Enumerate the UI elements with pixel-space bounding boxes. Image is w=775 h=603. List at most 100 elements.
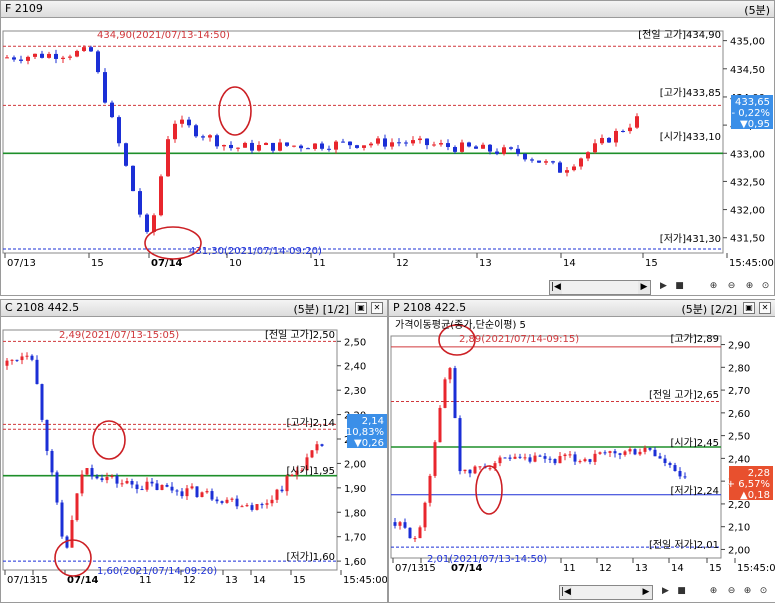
candle-body [95,476,99,479]
candle-body [558,456,562,464]
candle-body [175,490,179,492]
candle-body [5,360,9,366]
candle-body [443,379,447,408]
candle-body [418,138,422,141]
y-tick-label: 2,80 [728,363,750,374]
right-titlebar: P 2108 422.5 (5분) [2/2] ▣ ✕ [389,300,775,317]
right-zoom-reset-icon[interactable]: ⊙ [757,585,770,598]
candle-body [25,355,29,357]
right-scroll-left-button[interactable]: |◀ [560,586,572,599]
candle-body [285,476,289,492]
stop-icon[interactable]: ■ [673,280,686,293]
candle-body [155,483,159,490]
candle-body [194,125,198,137]
candle-body [603,452,607,454]
right-play-icon[interactable]: ▶ [659,585,672,598]
candle-body [327,148,331,150]
candle-body [460,142,464,152]
candle-body [100,478,104,481]
day-high-label: [고가]433,85 [660,87,721,99]
zoom-reset-icon[interactable]: ⊙ [759,280,772,293]
price-badge-price: 2,14 [362,416,384,427]
y-tick-label: 431,50 [730,234,765,245]
price-badge-pct: - 10,83% [339,427,384,438]
candle-body [453,147,457,152]
candle-body [215,135,219,147]
x-tick-label: 10 [229,258,242,269]
left-maximize-icon[interactable]: ▣ [355,302,367,314]
right-close-icon[interactable]: ✕ [759,302,771,314]
y-tick-label: 2,70 [728,386,750,397]
left-interval: (5분) [293,303,320,316]
top-candle-chart[interactable]: 435,00434,50434,00433,50433,00432,50432,… [1,17,774,295]
right-interval-page[interactable]: (5분) [2/2] [682,301,738,317]
candle-body [60,502,64,537]
highlight-circle [92,420,126,460]
right-chart-panel: P 2108 422.5 (5분) [2/2] ▣ ✕ 2,90 2,80 2,70… [388,299,775,603]
right-zoom-in-icon[interactable]: ⊕ [707,585,720,598]
candle-body [376,138,380,144]
left-close-icon[interactable]: ✕ [371,302,383,314]
right-scroll-right-button[interactable]: ▶ [640,586,652,599]
low-mark-label: 2,01(2021/07/13-14:50) [427,554,547,565]
candle-body [89,47,93,52]
candle-body [159,176,163,216]
y-tick-label: 1,70 [344,533,366,544]
right-maximize-icon[interactable]: ▣ [743,302,755,314]
candle-body [509,147,513,149]
top-interval[interactable]: (5분) [744,2,770,18]
zoom-in-icon[interactable]: ⊕ [707,280,720,293]
top-scrollbar[interactable]: |◀ ▶ [549,280,651,295]
day-high-label: [고가]2,14 [287,417,335,429]
candle-body [513,456,517,459]
candle-body [495,151,499,154]
x-tick-label: 13 [635,563,648,574]
scroll-right-button[interactable]: ▶ [638,281,650,294]
candle-body [565,170,569,173]
right-zoom-in-2-icon[interactable]: ⊕ [741,585,754,598]
y-tick-label: 432,50 [730,177,765,188]
right-interval: (5분) [681,303,708,316]
candle-body [110,475,114,478]
candle-body [593,143,597,153]
right-scrollbar[interactable]: |◀ ▶ [559,585,653,600]
candle-body [47,53,51,58]
right-title: P 2108 422.5 [393,301,467,314]
candle-body [628,449,632,452]
zoom-out-icon[interactable]: ⊖ [725,280,738,293]
candle-body [463,469,467,472]
candle-body [208,135,212,138]
y-tick-label: 2,60 [728,409,750,420]
candle-body [265,503,269,505]
left-candle-chart[interactable]: 2,502,402,302,202,102,001,901,801,701,60… [1,316,387,602]
candle-body [618,453,622,455]
right-zoom-out-icon[interactable]: ⊖ [725,585,738,598]
right-candle-chart[interactable]: 2,902,802,702,602,502,402,302,202,102,00… [389,316,775,584]
candle-body [453,368,457,419]
price-badge-change: ▲0,18 [740,490,770,501]
x-tick-label: 15:45:00 [729,258,774,269]
left-interval-page[interactable]: (5분) [1/2] [294,301,350,317]
x-tick-label: 13 [479,258,492,269]
candle-body [598,452,602,454]
x-tick-label: 07/13 [7,575,36,586]
zoom-in-2-icon[interactable]: ⊕ [743,280,756,293]
candle-body [543,456,547,459]
x-tick-label: 15 [91,258,104,269]
candle-body [230,498,234,500]
y-tick-label: 2,50 [344,337,366,348]
y-tick-label: 2,20 [728,500,750,511]
candle-body [628,127,632,132]
day-high-label: [고가]2,89 [671,333,719,345]
candle-body [255,504,259,510]
candle-body [544,161,548,163]
play-icon[interactable]: ▶ [657,280,670,293]
candle-body [320,444,324,446]
top-chart-panel: F 2109 (5분) 435,00434,50434,00433,50433,… [0,0,775,296]
candle-body [548,458,552,460]
candle-body [523,153,527,160]
right-stop-icon[interactable]: ■ [675,585,688,598]
candle-body [528,457,532,462]
scroll-left-button[interactable]: |◀ [550,281,562,294]
candle-body [468,469,472,474]
